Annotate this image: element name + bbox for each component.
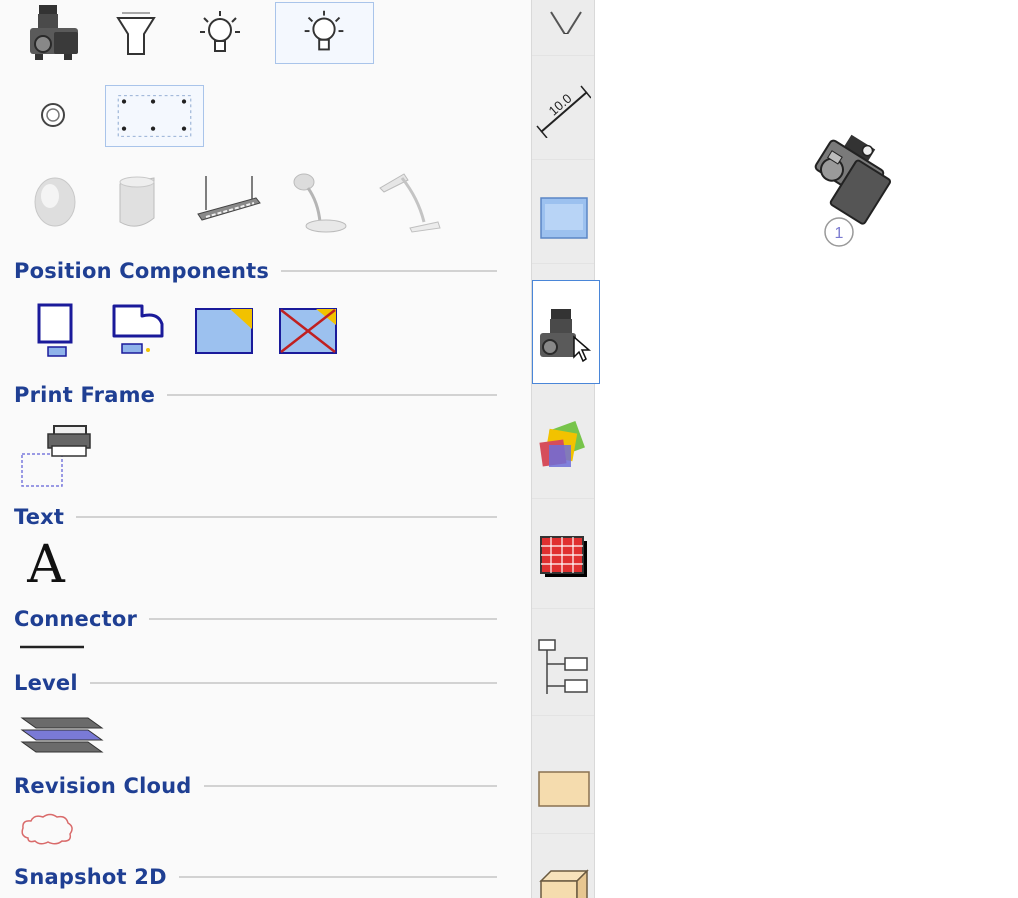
tab-schedule[interactable] bbox=[532, 505, 594, 609]
ceiling-fixture-tool[interactable] bbox=[196, 170, 262, 232]
camera-icon bbox=[540, 309, 592, 363]
section-revision-cloud: Revision Cloud bbox=[14, 774, 497, 798]
camera-number-label: 1 bbox=[835, 225, 844, 242]
cylinder-lamp-tool[interactable] bbox=[112, 172, 162, 232]
viewport-image-icon bbox=[195, 308, 253, 354]
lampshade-icon bbox=[116, 12, 156, 55]
cursor-icon bbox=[573, 335, 592, 363]
desk-lamp-icon bbox=[293, 173, 347, 233]
category-tab-bar: 10.0 bbox=[531, 0, 600, 898]
triangle-icon bbox=[550, 11, 582, 34]
viewport-profile-tool[interactable] bbox=[108, 302, 168, 360]
section-title: Connector bbox=[14, 607, 138, 631]
viewport-image-tool[interactable] bbox=[194, 307, 254, 357]
section-divider bbox=[89, 682, 497, 684]
print-frame-icon bbox=[21, 425, 91, 487]
dimension-icon: 10.0 bbox=[536, 85, 591, 138]
revision-cloud-icon bbox=[21, 813, 73, 845]
wall-lamp-icon bbox=[34, 177, 76, 227]
connector-tool[interactable] bbox=[18, 638, 86, 654]
viewport-icon bbox=[37, 303, 73, 357]
light-bulb-tool-selected[interactable] bbox=[275, 2, 374, 64]
section-title: Revision Cloud bbox=[14, 774, 192, 798]
wall-lamp-tool[interactable] bbox=[28, 172, 82, 232]
desk-lamp-icon bbox=[379, 173, 441, 233]
tab-hierarchy[interactable] bbox=[532, 612, 594, 716]
level-tool[interactable] bbox=[18, 708, 106, 758]
section-divider bbox=[76, 516, 497, 518]
section-title: Level bbox=[14, 671, 78, 695]
camera-icon: 1 bbox=[814, 134, 891, 247]
section-title: Snapshot 2D bbox=[14, 865, 167, 889]
placed-camera[interactable]: 1 bbox=[785, 128, 907, 250]
light-bulb-icon bbox=[200, 11, 240, 52]
section-divider bbox=[167, 394, 497, 396]
section-connector: Connector bbox=[14, 607, 497, 631]
print-frame-tool[interactable] bbox=[18, 420, 92, 490]
light-bulb-icon bbox=[304, 10, 344, 51]
tab-dimensions[interactable]: 10.0 bbox=[532, 56, 594, 160]
section-divider bbox=[149, 618, 497, 620]
component-palette: Position Components Print Frame Text A C… bbox=[0, 0, 531, 898]
tree-structure-icon bbox=[538, 639, 588, 694]
viewport-profile-icon bbox=[112, 304, 164, 354]
camera-icon bbox=[30, 5, 78, 60]
spot-light-tool[interactable] bbox=[34, 96, 72, 134]
section-divider bbox=[281, 270, 497, 272]
ceiling-fixture-icon bbox=[197, 176, 261, 221]
spot-light-icon bbox=[41, 103, 65, 127]
section-snapshot-2d: Snapshot 2D bbox=[14, 865, 497, 889]
desk-lamp-tool[interactable] bbox=[288, 168, 350, 234]
text-tool[interactable]: A bbox=[18, 536, 74, 594]
viewport-crossed-icon bbox=[279, 308, 337, 354]
dimension-value: 10.0 bbox=[546, 91, 575, 119]
box-icon bbox=[539, 869, 589, 898]
viewport-crossed-tool[interactable] bbox=[278, 307, 338, 357]
section-divider bbox=[203, 785, 497, 787]
tab-camera-active[interactable] bbox=[532, 280, 600, 384]
cylinder-lamp-icon bbox=[119, 176, 155, 227]
revision-cloud-tool[interactable] bbox=[18, 810, 76, 848]
tab-shapes[interactable] bbox=[532, 0, 594, 56]
light-grid-icon bbox=[117, 95, 192, 137]
grid-table-icon bbox=[540, 536, 587, 577]
viewport-tool[interactable] bbox=[34, 302, 78, 360]
tab-rectangle[interactable] bbox=[532, 730, 594, 834]
section-divider bbox=[178, 876, 497, 878]
tab-materials[interactable] bbox=[532, 395, 594, 499]
connector-line-icon bbox=[20, 645, 84, 649]
section-level: Level bbox=[14, 671, 497, 695]
drawing-canvas[interactable]: 1 bbox=[597, 0, 1018, 898]
tab-panels[interactable] bbox=[532, 160, 594, 264]
rectangle-icon bbox=[538, 771, 590, 807]
tab-box[interactable] bbox=[532, 835, 594, 898]
desk-lamp-alt-tool[interactable] bbox=[374, 168, 446, 234]
section-title: Position Components bbox=[14, 259, 270, 283]
light-grid-tool[interactable] bbox=[105, 85, 204, 147]
section-print-frame: Print Frame bbox=[14, 383, 497, 407]
camera-tool[interactable] bbox=[26, 4, 84, 62]
lampshade-tool[interactable] bbox=[112, 8, 160, 60]
color-swatches-icon bbox=[539, 421, 585, 467]
section-text: Text bbox=[14, 505, 497, 529]
light-bulb-tool[interactable] bbox=[196, 8, 244, 60]
section-position-components: Position Components bbox=[14, 259, 497, 283]
section-title: Print Frame bbox=[14, 383, 156, 407]
section-title: Text bbox=[14, 505, 65, 529]
panel-icon bbox=[540, 197, 588, 239]
level-stack-icon bbox=[20, 717, 104, 753]
